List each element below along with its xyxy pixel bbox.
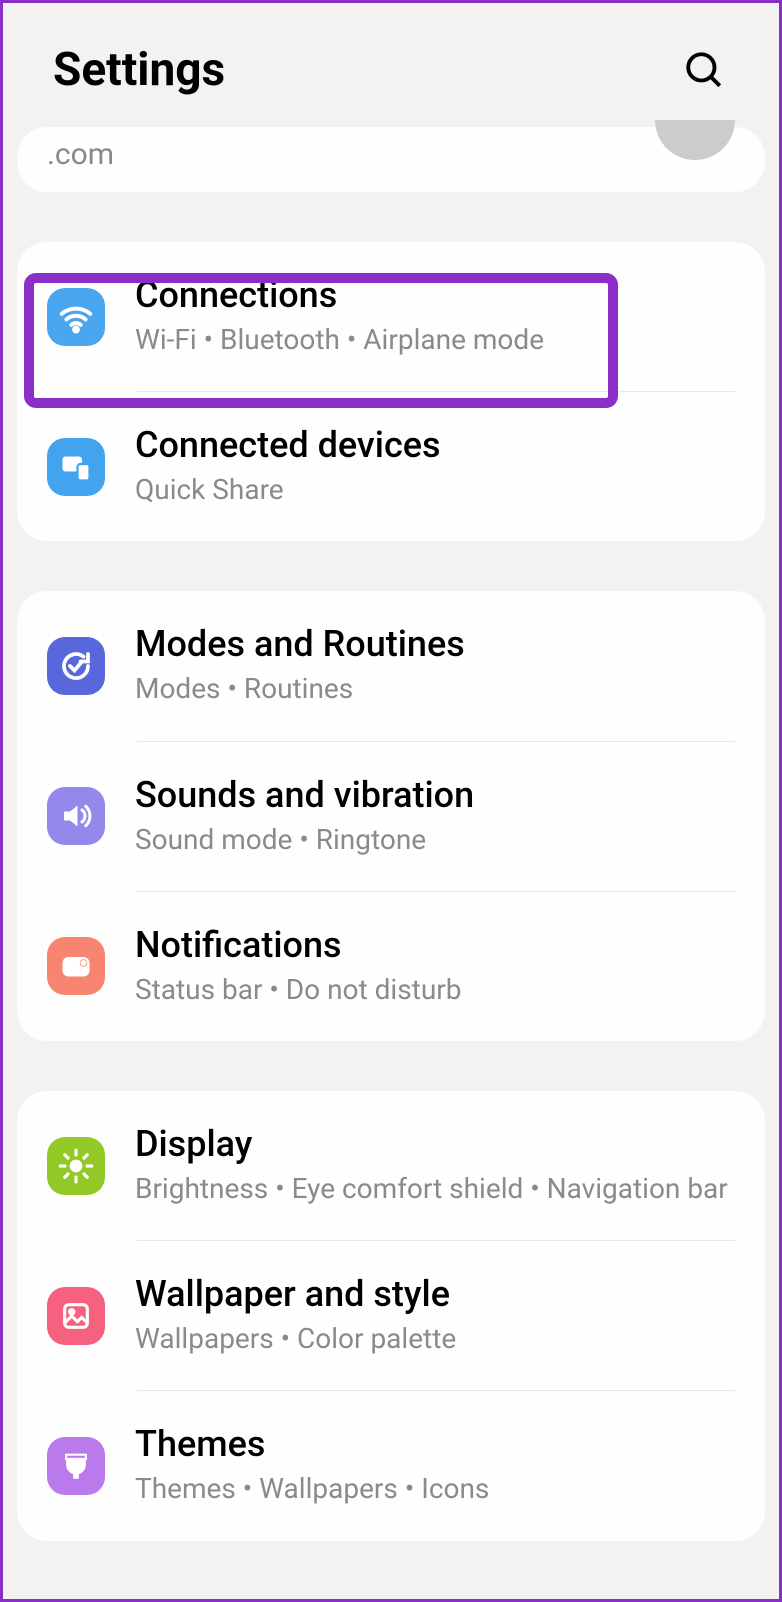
notifications-icon (47, 937, 105, 995)
page-title: Settings (53, 43, 225, 97)
avatar (655, 120, 735, 160)
item-text: Display Brightness • Eye comfort shield … (135, 1123, 735, 1208)
item-connected-devices[interactable]: Connected devices Quick Share (17, 392, 765, 541)
item-sounds-vibration[interactable]: Sounds and vibration Sound mode • Ringto… (17, 742, 765, 891)
display-icon (47, 1137, 105, 1195)
item-subtitle: Wi-Fi • Bluetooth • Airplane mode (135, 320, 735, 359)
item-text: Sounds and vibration Sound mode • Ringto… (135, 774, 735, 859)
item-title: Display (135, 1123, 735, 1165)
account-card[interactable]: .com (17, 127, 765, 192)
settings-group-display: Display Brightness • Eye comfort shield … (17, 1091, 765, 1541)
settings-group-modes: Modes and Routines Modes • Routines Soun… (17, 591, 765, 1041)
wallpaper-icon (47, 1287, 105, 1345)
item-text: Connections Wi-Fi • Bluetooth • Airplane… (135, 274, 735, 359)
item-title: Connected devices (135, 424, 735, 466)
sound-icon (47, 787, 105, 845)
item-title: Connections (135, 274, 735, 316)
search-button[interactable] (679, 45, 729, 95)
item-text: Connected devices Quick Share (135, 424, 735, 509)
item-title: Modes and Routines (135, 623, 735, 665)
header: Settings (3, 3, 779, 127)
wifi-icon (47, 288, 105, 346)
devices-icon (47, 438, 105, 496)
item-modes-routines[interactable]: Modes and Routines Modes • Routines (17, 591, 765, 740)
item-connections[interactable]: Connections Wi-Fi • Bluetooth • Airplane… (17, 242, 765, 391)
item-title: Themes (135, 1423, 735, 1465)
item-wallpaper-style[interactable]: Wallpaper and style Wallpapers • Color p… (17, 1241, 765, 1390)
search-icon (683, 49, 725, 91)
item-themes[interactable]: Themes Themes • Wallpapers • Icons (17, 1391, 765, 1540)
item-subtitle: Status bar • Do not disturb (135, 970, 735, 1009)
item-subtitle: Modes • Routines (135, 669, 735, 708)
settings-group-connections: Connections Wi-Fi • Bluetooth • Airplane… (17, 242, 765, 541)
themes-icon (47, 1437, 105, 1495)
modes-icon (47, 637, 105, 695)
item-text: Notifications Status bar • Do not distur… (135, 924, 735, 1009)
account-email-fragment: .com (47, 137, 114, 172)
item-subtitle: Sound mode • Ringtone (135, 820, 735, 859)
item-title: Wallpaper and style (135, 1273, 735, 1315)
item-subtitle: Brightness • Eye comfort shield • Naviga… (135, 1169, 735, 1208)
item-title: Notifications (135, 924, 735, 966)
item-text: Wallpaper and style Wallpapers • Color p… (135, 1273, 735, 1358)
item-notifications[interactable]: Notifications Status bar • Do not distur… (17, 892, 765, 1041)
item-text: Themes Themes • Wallpapers • Icons (135, 1423, 735, 1508)
item-text: Modes and Routines Modes • Routines (135, 623, 735, 708)
item-display[interactable]: Display Brightness • Eye comfort shield … (17, 1091, 765, 1240)
item-subtitle: Wallpapers • Color palette (135, 1319, 735, 1358)
item-title: Sounds and vibration (135, 774, 735, 816)
item-subtitle: Themes • Wallpapers • Icons (135, 1469, 735, 1508)
item-subtitle: Quick Share (135, 470, 735, 509)
